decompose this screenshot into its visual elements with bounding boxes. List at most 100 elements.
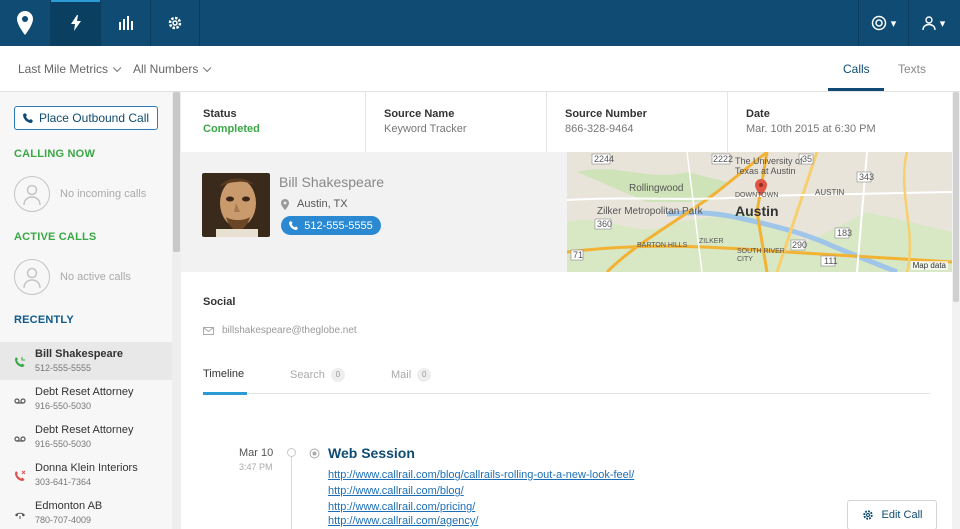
- caller-phone-text: 512-555-5555: [304, 219, 373, 232]
- tab-calls[interactable]: Calls: [843, 62, 870, 76]
- map-data-attribution: Map data: [910, 261, 948, 270]
- timeline-link[interactable]: http://www.callrail.com/agency/: [328, 515, 478, 527]
- source-name-value: Keyword Tracker: [384, 123, 467, 135]
- main-scroll-thumb[interactable]: [953, 92, 959, 302]
- no-incoming-calls-text: No incoming calls: [60, 188, 147, 200]
- main-scrollbar[interactable]: [952, 92, 960, 529]
- source-number-field: Source Number 866-328-9464: [546, 92, 727, 152]
- tab-mail[interactable]: Mail 0: [391, 368, 432, 382]
- active-calls-heading: ACTIVE CALLS: [14, 231, 97, 243]
- phone-hangup-icon: [15, 512, 25, 519]
- detail-tabs: Timeline Search 0 Mail 0: [203, 368, 930, 395]
- timeline-event-title: Web Session: [328, 445, 415, 461]
- active-tab-underline: [203, 392, 247, 395]
- map-route-shield: 2222: [713, 154, 734, 164]
- calls-sidebar: Place Outbound Call CALLING NOW No incom…: [0, 92, 172, 529]
- map-city-label: Austin: [735, 203, 779, 219]
- map-pin-icon: [281, 198, 289, 210]
- social-email-row: billshakespeare@theglobe.net: [203, 325, 357, 336]
- map-route-shield: 71: [573, 250, 584, 260]
- phone-icon: [22, 113, 33, 123]
- recently-heading: RECENTLY: [14, 314, 74, 326]
- date-value: Mar. 10th 2015 at 6:30 PM: [746, 123, 876, 135]
- recent-call-item[interactable]: Debt Reset Attorney 916-550-5030: [0, 418, 172, 456]
- edit-call-label: Edit Call: [881, 509, 923, 521]
- edit-call-button[interactable]: Edit Call: [847, 500, 937, 529]
- social-heading: Social: [203, 296, 236, 308]
- settings-gear-icon[interactable]: [150, 0, 200, 46]
- reports-bar-chart-icon[interactable]: [100, 0, 150, 46]
- map-route-shield: 111: [824, 256, 838, 266]
- timeline-link[interactable]: http://www.callrail.com/blog/callrails-r…: [328, 469, 634, 481]
- caller-location-text: Austin, TX: [297, 198, 348, 210]
- status-value: Completed: [203, 123, 260, 135]
- tab-texts[interactable]: Texts: [898, 62, 926, 76]
- phone-icon: [289, 221, 299, 230]
- gear-icon: [862, 510, 873, 520]
- metrics-filter-dropdown[interactable]: Last Mile Metrics: [18, 62, 122, 76]
- phone-missed-icon: [15, 470, 26, 481]
- voicemail-icon: [14, 436, 26, 442]
- tab-timeline[interactable]: Timeline: [203, 368, 244, 380]
- recent-call-name: Debt Reset Attorney: [35, 424, 134, 436]
- timeline-link[interactable]: http://www.callrail.com/pricing/: [328, 501, 475, 513]
- user-account-icon[interactable]: ▾: [908, 0, 958, 46]
- support-lifebuoy-icon[interactable]: ▾: [858, 0, 908, 46]
- map-route-shield: 290: [792, 240, 808, 250]
- top-navigation-bar: ▾ ▾: [0, 0, 960, 46]
- activity-bolt-icon[interactable]: [50, 0, 100, 46]
- tab-search-label: Search: [290, 369, 325, 381]
- call-detail-panel: Status Completed Source Name Keyword Tra…: [181, 92, 952, 529]
- tab-mail-label: Mail: [391, 369, 412, 381]
- map-label-university: The University of Texas at Austin: [735, 156, 803, 176]
- map-route-shield: 343: [859, 172, 875, 182]
- caller-photo: [202, 173, 270, 237]
- no-active-calls-row: No active calls: [14, 259, 131, 295]
- recent-call-item[interactable]: Debt Reset Attorney 916-550-5030: [0, 380, 172, 418]
- envelope-icon: [203, 326, 214, 335]
- date-field: Date Mar. 10th 2015 at 6:30 PM: [727, 92, 952, 152]
- recent-call-item[interactable]: Donna Klein Interiors 303-641-7364: [0, 456, 172, 494]
- recent-call-phone: 916-550-5030: [35, 401, 92, 411]
- sub-navigation: Last Mile Metrics All Numbers Calls Text…: [0, 46, 960, 92]
- timeline-link[interactable]: http://www.callrail.com/blog/: [328, 485, 464, 497]
- recent-call-phone: 780-707-4009: [35, 515, 92, 525]
- recent-call-item[interactable]: Edmonton AB 780-707-4009: [0, 494, 172, 529]
- recent-call-name: Debt Reset Attorney: [35, 386, 134, 398]
- active-tab-indicator: [828, 88, 884, 91]
- recent-call-item[interactable]: Bill Shakespeare 512-555-5555: [0, 342, 172, 380]
- placeholder-avatar-icon: [14, 259, 50, 295]
- sidebar-scrollbar[interactable]: [172, 92, 181, 529]
- status-field: Status Completed: [181, 92, 365, 152]
- recent-call-phone: 916-550-5030: [35, 439, 92, 449]
- location-pin-logo-icon[interactable]: [0, 0, 50, 46]
- status-label: Status: [203, 108, 237, 120]
- tab-search-count: 0: [330, 368, 345, 382]
- numbers-filter-label: All Numbers: [133, 62, 199, 76]
- map-label-zilker: ZILKER: [699, 238, 724, 245]
- no-active-calls-text: No active calls: [60, 271, 131, 283]
- numbers-filter-dropdown[interactable]: All Numbers: [133, 62, 212, 76]
- sidebar-scroll-thumb[interactable]: [173, 92, 180, 252]
- place-outbound-call-button[interactable]: Place Outbound Call: [14, 106, 158, 130]
- calling-now-heading: CALLING NOW: [14, 148, 96, 160]
- map-label-rollingwood: Rollingwood: [629, 183, 684, 194]
- map-label-zilker-park: Zilker Metropolitan Park: [597, 206, 703, 217]
- map-route-shield: 360: [597, 219, 613, 229]
- timeline-date: Mar 10: [239, 447, 274, 459]
- caller-location-map[interactable]: 2244 360 71 290 183 35 343 2222 111 The …: [567, 152, 952, 272]
- recent-call-name: Donna Klein Interiors: [35, 462, 138, 474]
- phone-answered-icon: [15, 357, 25, 367]
- map-label-east-austin: AUSTIN: [815, 188, 845, 197]
- date-label: Date: [746, 108, 770, 120]
- source-number-label: Source Number: [565, 108, 647, 120]
- timeline-dot: [287, 448, 296, 457]
- timeline-line: [291, 456, 292, 529]
- recent-call-phone: 512-555-5555: [35, 363, 92, 373]
- map-label-south-river-city: SOUTH RIVER CITY: [737, 248, 785, 263]
- map-label-downtown: DOWNTOWN: [735, 192, 779, 199]
- source-number-value: 866-328-9464: [565, 123, 634, 135]
- recent-call-name: Edmonton AB: [35, 500, 103, 512]
- tab-search[interactable]: Search 0: [290, 368, 345, 382]
- caller-phone-button[interactable]: 512-555-5555: [281, 216, 381, 235]
